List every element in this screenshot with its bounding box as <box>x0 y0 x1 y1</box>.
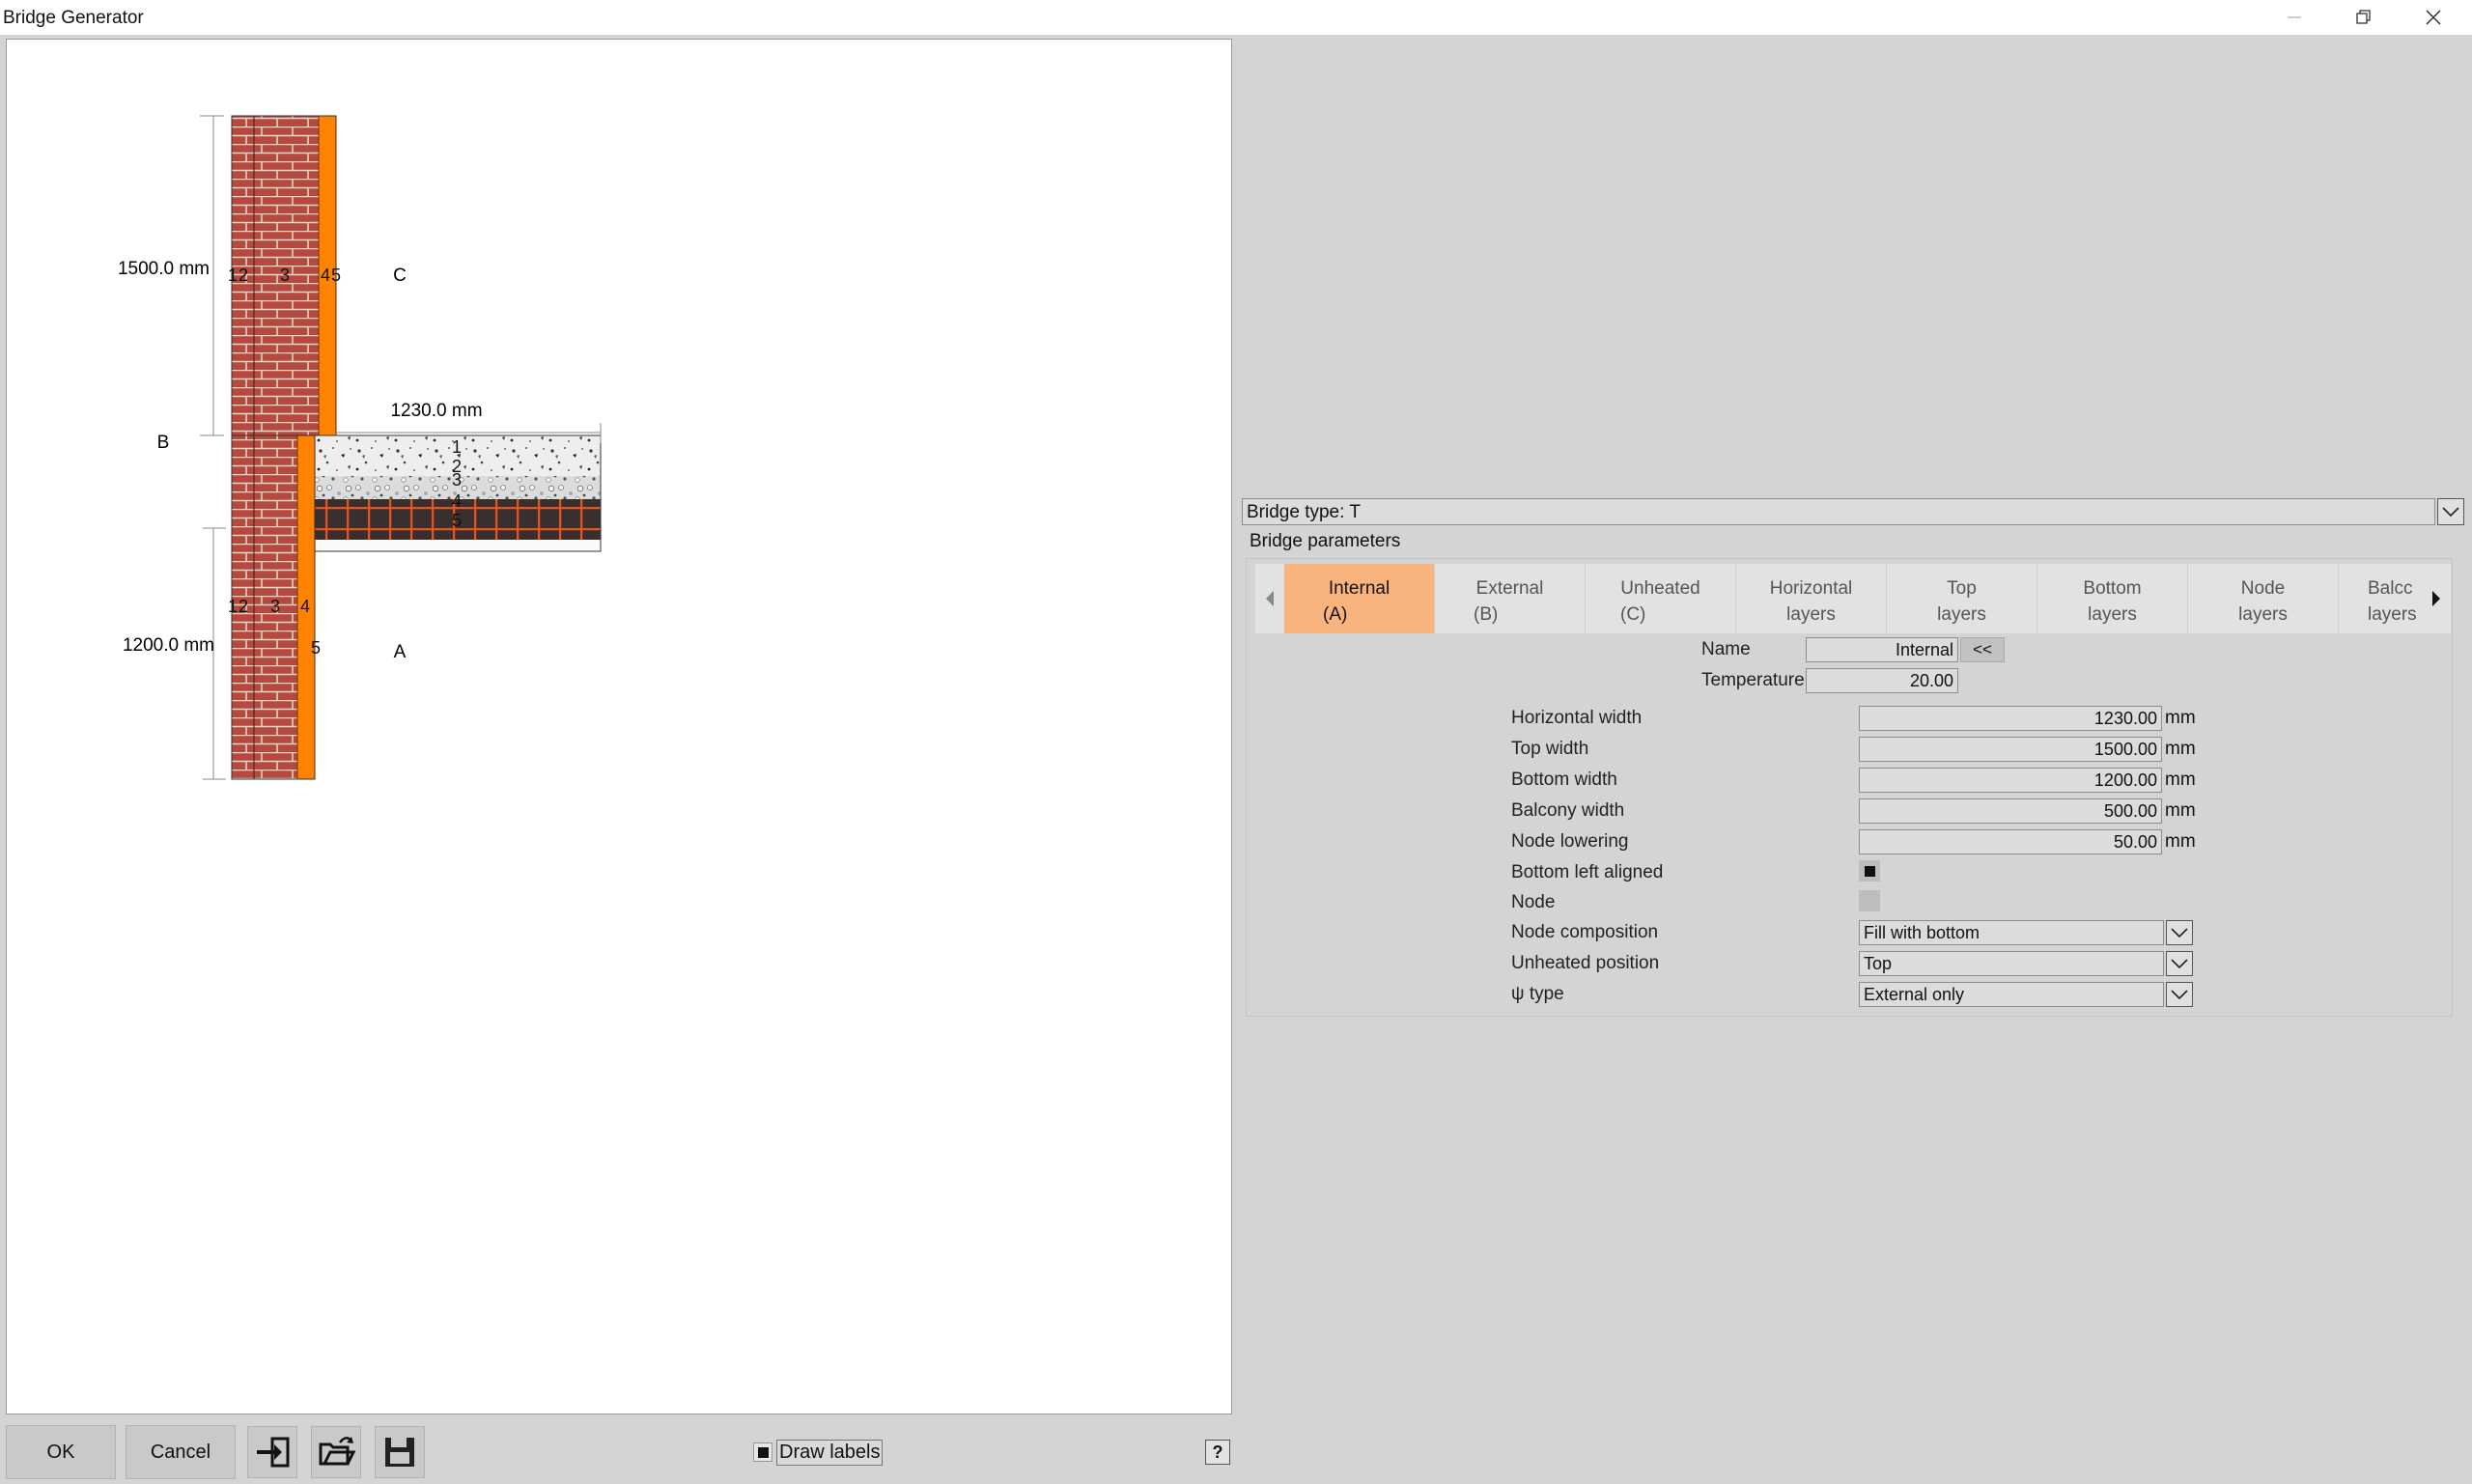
horizontal-width-input[interactable]: 1230.00 <box>1859 706 2162 731</box>
top-width-input[interactable]: 1500.00 <box>1859 737 2162 762</box>
horizontal-width-unit: mm <box>2165 708 2196 728</box>
arrow-right-icon <box>2432 591 2440 606</box>
save-button[interactable] <box>375 1426 425 1478</box>
tab-internal[interactable]: Internal (A) <box>1284 564 1435 633</box>
tab-scroll-right[interactable] <box>2422 564 2451 633</box>
bottom-left-aligned-checkbox[interactable] <box>1859 860 1880 882</box>
bottom-width-unit: mm <box>2165 770 2196 790</box>
top-layer-number: 2 <box>239 266 248 285</box>
bridge-type-select[interactable]: Bridge type: T <box>1242 498 2435 525</box>
bridge-parameters-title: Bridge parameters <box>1250 531 1401 551</box>
save-icon <box>385 1438 414 1467</box>
tab-scroll-left[interactable] <box>1255 564 1284 633</box>
draw-labels-checkbox[interactable]: Draw labels <box>753 1439 884 1466</box>
unheated-position-dropdown-button[interactable] <box>2166 951 2193 976</box>
bottom-layer-number: 5 <box>311 638 321 658</box>
dim-top-label: 1500.0 mm <box>118 259 210 279</box>
psi-type-dropdown-button[interactable] <box>2166 982 2193 1007</box>
bottom-layer-number: 3 <box>270 597 280 616</box>
tab-unheated[interactable]: Unheated (C) <box>1586 564 1736 633</box>
name-collapse-button[interactable]: << <box>1960 637 2005 662</box>
chevron-down-icon <box>2171 959 2188 969</box>
slab-layer-number: 3 <box>452 470 462 490</box>
dim-bottom-label: 1200.0 mm <box>123 635 214 656</box>
help-button[interactable]: ? <box>1205 1440 1230 1465</box>
horizontal-width-label: Horizontal width <box>1511 708 1643 728</box>
node-lowering-label: Node lowering <box>1511 831 1629 852</box>
bottom-layer-number: 2 <box>239 597 248 616</box>
tab-external[interactable]: External (B) <box>1435 564 1586 633</box>
top-width-label: Top width <box>1511 739 1589 759</box>
bottom-layer-number: 4 <box>300 597 310 616</box>
import-icon <box>257 1437 290 1468</box>
region-c-label: C <box>393 266 407 286</box>
top-layer-number: 5 <box>331 266 341 285</box>
balcony-width-label: Balcony width <box>1511 800 1625 821</box>
bridge-type-dropdown-button[interactable] <box>2437 498 2464 525</box>
slab-bottom-layer <box>315 540 601 551</box>
temperature-label: Temperature <box>1701 670 1805 690</box>
tab-bottom-layers[interactable]: Bottom layers <box>2037 564 2188 633</box>
bridge-drawing-canvas[interactable]: 1500.0 mm 1230.0 mm 1200.0 mm B C A 1 2 … <box>6 39 1232 1414</box>
chevron-down-icon <box>2171 928 2188 938</box>
node-composition-label: Node composition <box>1511 922 1659 942</box>
cancel-button[interactable]: Cancel <box>126 1425 236 1479</box>
parameter-tabs: Internal (A) External (B) Unheated (C) H… <box>1255 564 2451 633</box>
dim-horizontal-label: 1230.0 mm <box>390 401 482 421</box>
slab-layer-number: 1 <box>452 437 462 457</box>
arrow-left-icon <box>1266 591 1274 606</box>
name-label: Name <box>1701 639 1751 659</box>
draw-labels-check[interactable] <box>753 1442 772 1462</box>
temperature-input[interactable]: 20.00 <box>1806 668 1958 693</box>
bottom-width-label: Bottom width <box>1511 770 1617 790</box>
draw-labels-label: Draw labels <box>776 1439 884 1466</box>
node-lowering-input[interactable]: 50.00 <box>1859 829 2162 854</box>
open-file-button[interactable] <box>311 1426 361 1478</box>
restore-icon <box>2356 10 2371 24</box>
region-b-label: B <box>157 433 170 453</box>
bridge-drawing: 1500.0 mm 1230.0 mm 1200.0 mm B C A 1 2 … <box>118 115 602 780</box>
balcony-width-unit: mm <box>2165 800 2196 821</box>
minimize-button[interactable] <box>2260 0 2329 35</box>
slab-layer-number: 5 <box>452 511 462 530</box>
tab-node-layers[interactable]: Node layers <box>2188 564 2339 633</box>
bottom-layer-number: 1 <box>228 597 238 616</box>
region-a-label: A <box>394 642 407 662</box>
unheated-position-label: Unheated position <box>1511 953 1660 973</box>
open-folder-icon <box>319 1437 355 1466</box>
import-button[interactable] <box>247 1426 297 1478</box>
restore-button[interactable] <box>2329 0 2399 35</box>
node-composition-dropdown-button[interactable] <box>2166 920 2193 945</box>
ok-button[interactable]: OK <box>6 1425 116 1479</box>
chevron-down-icon <box>2171 990 2188 1000</box>
tab-horizontal-layers[interactable]: Horizontal layers <box>1736 564 1887 633</box>
node-label: Node <box>1511 892 1556 912</box>
close-icon <box>2426 10 2441 25</box>
balcony-width-input[interactable]: 500.00 <box>1859 798 2162 824</box>
minimize-icon <box>2288 16 2301 18</box>
node-checkbox[interactable] <box>1859 890 1880 911</box>
top-layer-number: 1 <box>228 266 238 285</box>
top-layer-number: 3 <box>280 266 290 285</box>
bottom-left-aligned-label: Bottom left aligned <box>1511 862 1664 882</box>
top-width-unit: mm <box>2165 739 2196 759</box>
close-button[interactable] <box>2399 0 2468 35</box>
slab-layer-number: 4 <box>452 491 462 511</box>
tab-top-layers[interactable]: Top layers <box>1887 564 2037 633</box>
node-composition-select[interactable]: Fill with bottom <box>1859 920 2164 945</box>
chevron-down-icon <box>2442 507 2459 518</box>
name-input[interactable]: Internal <box>1806 637 1958 662</box>
bottom-width-input[interactable]: 1200.00 <box>1859 768 2162 793</box>
title-bar: Bridge Generator <box>0 0 2472 35</box>
top-layer-number: 4 <box>321 266 330 285</box>
psi-type-label: ψ type <box>1511 984 1564 1004</box>
psi-type-select[interactable]: External only <box>1859 982 2164 1007</box>
window-title: Bridge Generator <box>3 8 144 28</box>
node-lowering-unit: mm <box>2165 831 2196 852</box>
unheated-position-select[interactable]: Top <box>1859 951 2164 976</box>
